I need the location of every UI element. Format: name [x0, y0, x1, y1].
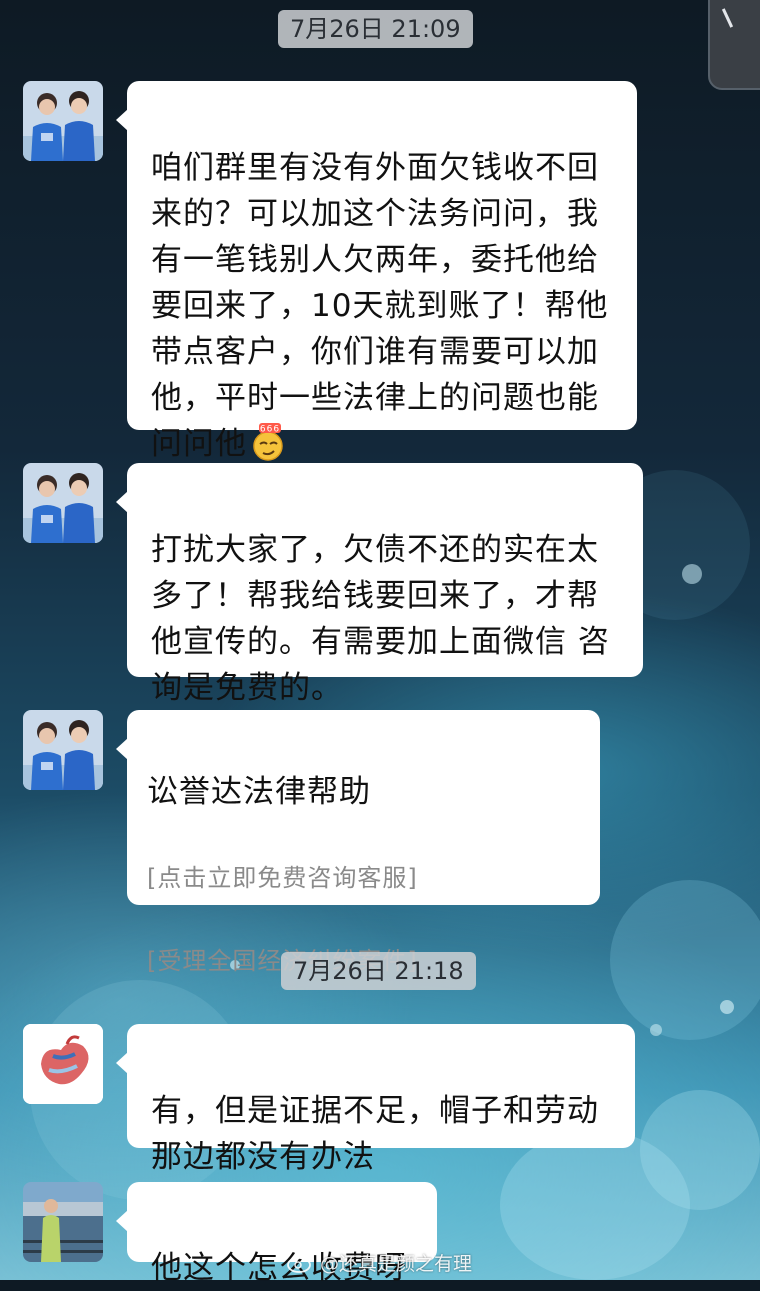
- weibo-logo-icon: [287, 1253, 314, 1273]
- card-line: [点击立即免费咨询客服]: [147, 864, 418, 892]
- message-text: 有，但是证据不足，帽子和劳动 那边都没有办法: [151, 1093, 599, 1175]
- avatar[interactable]: [23, 81, 103, 161]
- heart-illustration-avatar-icon: [23, 1024, 103, 1104]
- avatar[interactable]: [23, 1024, 103, 1104]
- message-text: 咱们群里有没有外面欠钱收不回 来的？可以加这个法务问问，我 有一笔钱别人欠两年，…: [151, 150, 609, 462]
- message-bubble[interactable]: 咱们群里有没有外面欠钱收不回 来的？可以加这个法务问问，我 有一笔钱别人欠两年，…: [116, 81, 637, 462]
- svg-text:666: 666: [260, 425, 280, 435]
- 666-smirk-emoji-icon: 666: [249, 422, 287, 462]
- avatar-photo-icon: [23, 1182, 103, 1262]
- avatar[interactable]: [23, 710, 103, 790]
- avatar-photo-icon: [23, 81, 103, 161]
- back-mark-icon: [721, 8, 734, 28]
- message-text: 打扰大家了，欠债不还的实在太 多了！帮我给钱要回来了，才帮 他宣传的。有需要加上…: [151, 532, 610, 706]
- avatar[interactable]: [23, 1182, 103, 1262]
- avatar-photo-icon: [23, 710, 103, 790]
- message-bubble[interactable]: 有，但是证据不足，帽子和劳动 那边都没有办法: [116, 1024, 635, 1175]
- message-bubble[interactable]: 打扰大家了，欠债不还的实在太 多了！帮我给钱要回来了，才帮 他宣传的。有需要加上…: [116, 463, 643, 706]
- avatar[interactable]: [23, 463, 103, 543]
- avatar-photo-icon: [23, 463, 103, 543]
- card-title: 讼誉达法律帮助: [147, 774, 371, 810]
- timestamp: 7月26日 21:18: [281, 952, 476, 990]
- corner-tab[interactable]: [708, 0, 760, 90]
- contact-card[interactable]: 讼誉达法律帮助 [点击立即免费咨询客服] [受理全国经济纠纷案件] 5: [116, 710, 600, 1058]
- watermark-text: @还真是颜之有理: [320, 1252, 473, 1275]
- watermark: @还真是颜之有理: [286, 1248, 472, 1276]
- timestamp: 7月26日 21:09: [278, 10, 473, 48]
